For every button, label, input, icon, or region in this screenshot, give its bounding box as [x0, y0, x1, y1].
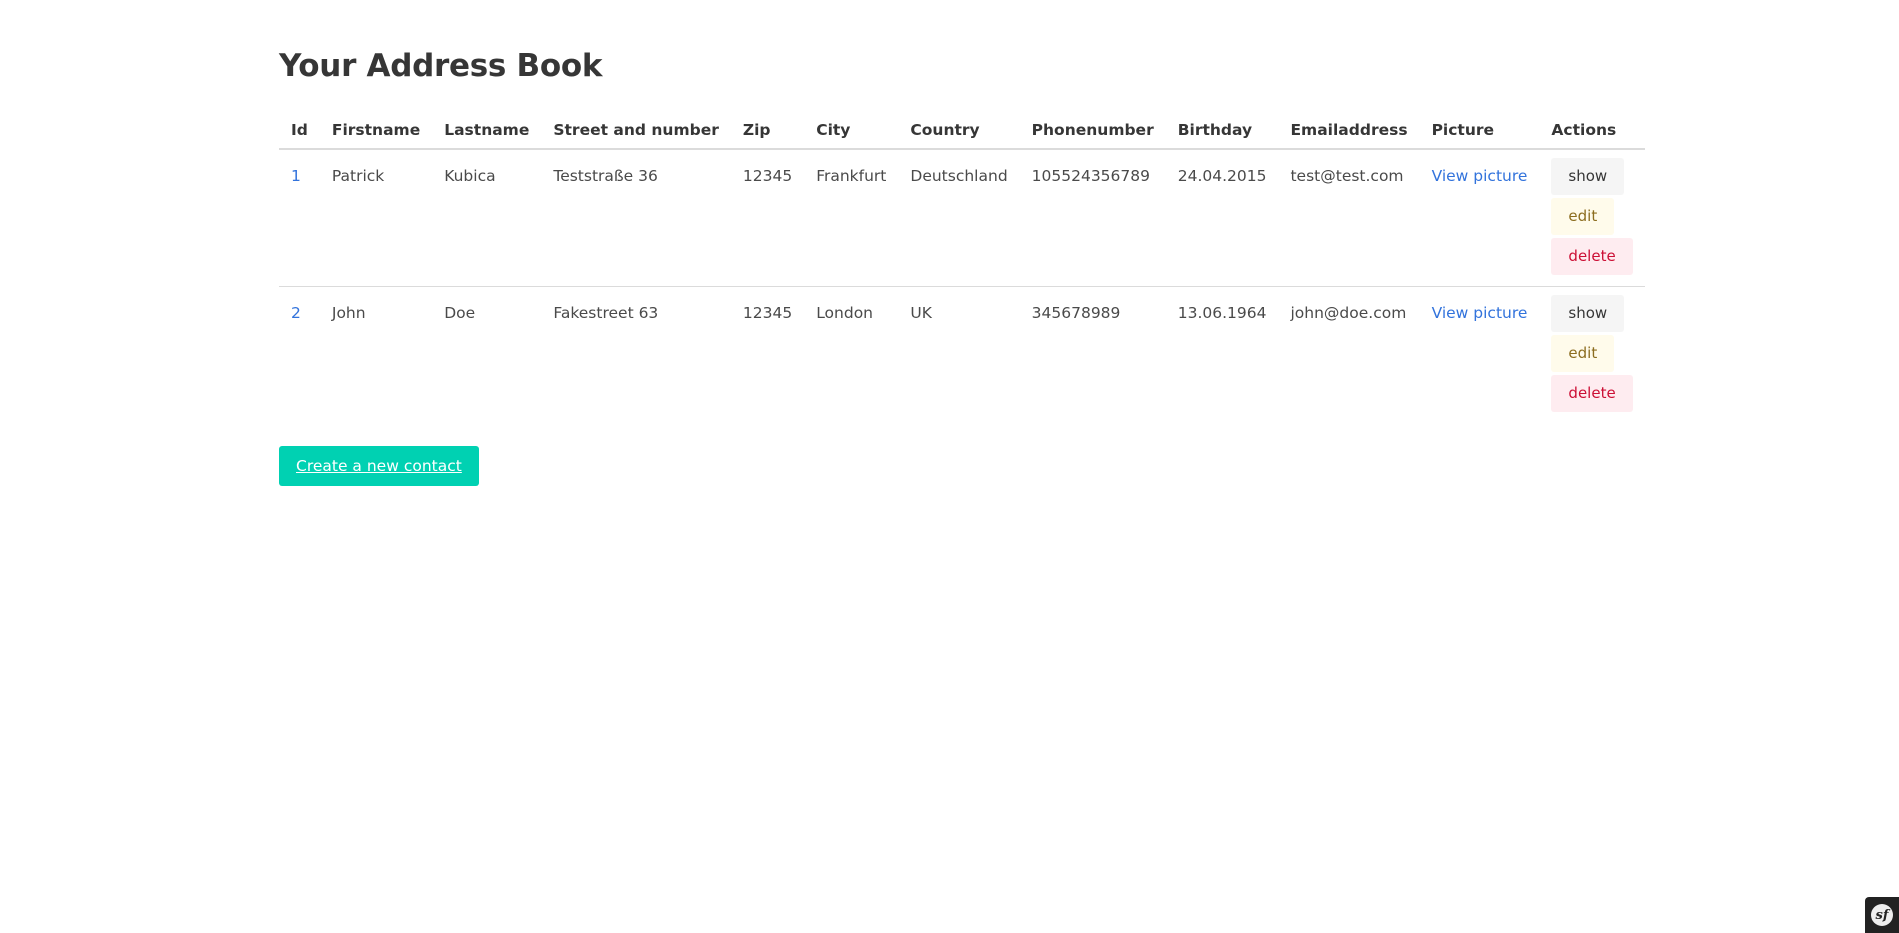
- header-country: Country: [898, 112, 1020, 150]
- table-row: 1 Patrick Kubica Teststraße 36 12345 Fra…: [279, 149, 1645, 287]
- symfony-logo-icon: sf: [1871, 904, 1893, 926]
- header-actions: Actions: [1539, 112, 1645, 150]
- address-table: Id Firstname Lastname Street and number …: [279, 112, 1645, 423]
- view-picture-link[interactable]: View picture: [1432, 167, 1528, 185]
- delete-button[interactable]: delete: [1551, 238, 1633, 275]
- cell-actions: show edit delete: [1539, 149, 1645, 287]
- cell-birthday: 13.06.1964: [1177, 304, 1267, 322]
- cell-zip: 12345: [742, 304, 793, 322]
- show-button[interactable]: show: [1551, 295, 1625, 332]
- create-contact-button[interactable]: Create a new contact: [279, 446, 479, 486]
- table-row: 2 John Doe Fakestreet 63 12345 London UK…: [279, 287, 1645, 424]
- cell-birthday: 24.04.2015: [1165, 149, 1279, 287]
- cell-firstname: John: [331, 304, 366, 322]
- cell-phone: 345678989: [1031, 304, 1121, 322]
- cell-email: john@doe.com: [1290, 304, 1407, 322]
- cell-id: 2: [279, 287, 320, 424]
- header-city: City: [804, 112, 899, 150]
- cell-city: Frankfurt: [804, 149, 899, 287]
- header-firstname: Firstname: [319, 112, 433, 150]
- header-id: Id: [279, 112, 320, 150]
- cell-country: UK: [910, 304, 932, 322]
- cell-firstname: Patrick: [319, 149, 433, 287]
- edit-button[interactable]: edit: [1551, 198, 1615, 235]
- header-lastname: Lastname: [432, 112, 542, 150]
- header-birthday: Birthday: [1165, 112, 1279, 150]
- symfony-toolbar-toggle[interactable]: sf: [1865, 897, 1899, 933]
- cell-lastname: Kubica: [432, 149, 542, 287]
- cell-email: test@test.com: [1278, 149, 1420, 287]
- page-title: Your Address Book: [279, 48, 603, 84]
- cell-picture: View picture: [1419, 149, 1540, 287]
- contact-id-link[interactable]: 2: [291, 304, 301, 322]
- cell-zip: 12345: [730, 149, 805, 287]
- header-street: Street and number: [541, 112, 731, 150]
- cell-lastname: Doe: [444, 304, 476, 322]
- cell-picture: View picture: [1420, 287, 1540, 424]
- contact-id-link[interactable]: 1: [291, 167, 301, 185]
- delete-button[interactable]: delete: [1551, 375, 1633, 412]
- header-email: Emailaddress: [1278, 112, 1420, 150]
- table-header-row: Id Firstname Lastname Street and number …: [279, 112, 1645, 150]
- show-button[interactable]: show: [1551, 158, 1625, 195]
- cell-street: Fakestreet 63: [553, 304, 659, 322]
- header-phone: Phonenumber: [1019, 112, 1166, 150]
- cell-city: London: [816, 304, 874, 322]
- header-picture: Picture: [1419, 112, 1540, 150]
- header-zip: Zip: [730, 112, 805, 150]
- cell-id: 1: [279, 149, 320, 287]
- cell-phone: 105524356789: [1019, 149, 1166, 287]
- cell-country: Deutschland: [898, 149, 1020, 287]
- cell-street: Teststraße 36: [541, 149, 731, 287]
- cell-actions: show edit delete: [1539, 287, 1644, 424]
- edit-button[interactable]: edit: [1551, 335, 1615, 372]
- view-picture-link[interactable]: View picture: [1432, 304, 1528, 322]
